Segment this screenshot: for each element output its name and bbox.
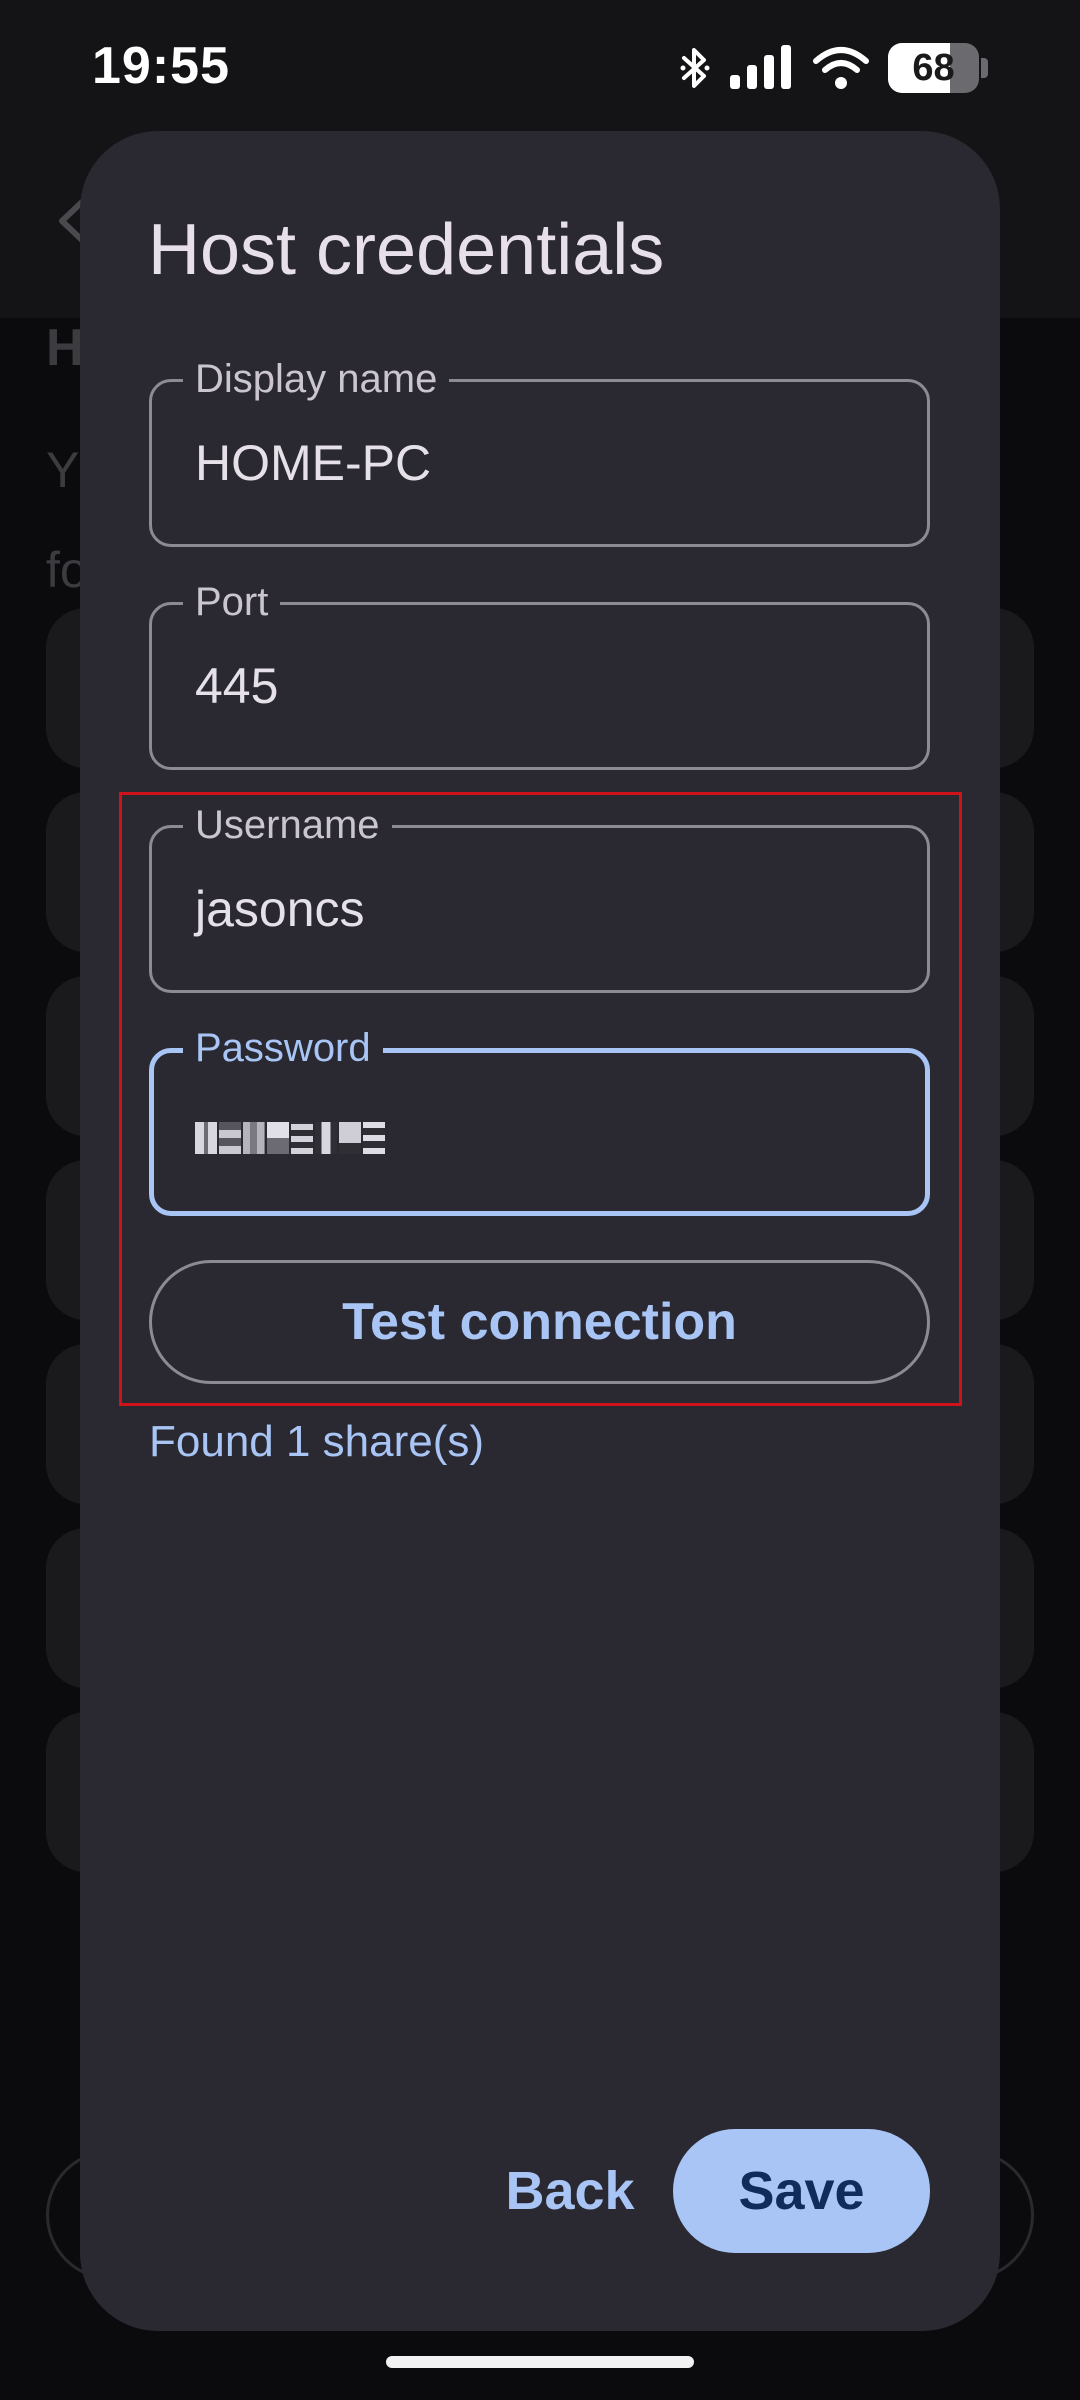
back-button[interactable]: Back <box>470 2129 670 2253</box>
battery-level: 68 <box>912 46 955 89</box>
display-name-field[interactable]: Display name HOME-PC <box>149 357 930 547</box>
dialog-title: Host credentials <box>148 210 665 290</box>
wifi-icon <box>813 47 869 89</box>
bluetooth-icon <box>680 48 710 88</box>
status-bar: 19:55 68 <box>0 0 1080 130</box>
display-name-value[interactable]: HOME-PC <box>195 433 431 493</box>
port-value[interactable]: 445 <box>195 656 278 716</box>
save-button[interactable]: Save <box>673 2129 930 2253</box>
port-label: Port <box>183 580 281 624</box>
status-icons: 68 <box>680 40 988 96</box>
display-name-label: Display name <box>183 357 450 401</box>
status-time: 19:55 <box>92 37 230 95</box>
highlight-box <box>119 792 962 1406</box>
port-field[interactable]: Port 445 <box>149 580 930 770</box>
signal-icon <box>730 45 791 89</box>
battery-icon: 68 <box>888 43 988 93</box>
home-indicator[interactable] <box>386 2356 694 2368</box>
connection-result-message: Found 1 share(s) <box>149 1417 485 1466</box>
background-heading: H <box>46 319 84 377</box>
